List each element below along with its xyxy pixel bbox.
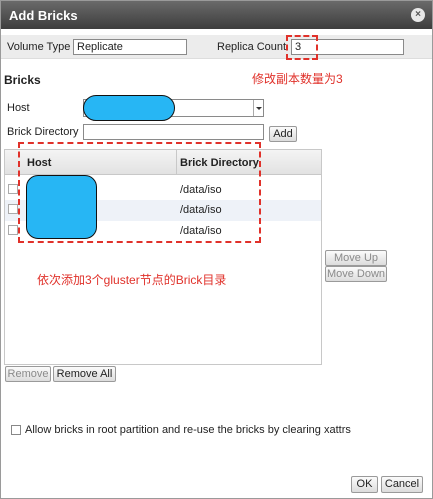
dialog-title-bar: Add Bricks × [1, 1, 432, 29]
move-down-button[interactable]: Move Down [325, 266, 387, 282]
move-up-button[interactable]: Move Up [325, 250, 387, 266]
bricks-highlight-box [18, 142, 261, 243]
replica-count-label: Replica Count [217, 41, 287, 53]
cancel-button[interactable]: Cancel [381, 476, 423, 493]
ok-button[interactable]: OK [351, 476, 378, 493]
volume-settings-row: Volume Type Replicate Replica Count 3 [1, 35, 432, 59]
brick-directory-label: Brick Directory [7, 126, 79, 138]
replica-annotation: 修改副本数量为3 [252, 72, 343, 86]
allow-root-checkbox[interactable] [11, 425, 21, 435]
row-checkbox[interactable] [8, 184, 18, 194]
row-checkbox[interactable] [8, 204, 18, 214]
remove-button[interactable]: Remove [5, 366, 51, 382]
allow-root-label: Allow bricks in root partition and re-us… [25, 424, 351, 436]
volume-type-field[interactable]: Replicate [73, 39, 187, 55]
volume-type-label: Volume Type [7, 41, 71, 53]
dialog-title: Add Bricks [9, 8, 78, 23]
host-label: Host [7, 102, 30, 114]
bricks-section-title: Bricks [4, 73, 41, 87]
host-redaction [83, 95, 175, 121]
add-button[interactable]: Add [269, 126, 297, 142]
row-checkbox[interactable] [8, 225, 18, 235]
remove-all-button[interactable]: Remove All [53, 366, 116, 382]
close-icon[interactable]: × [411, 8, 425, 22]
add-bricks-dialog: Add Bricks × Volume Type Replicate Repli… [0, 0, 433, 499]
chevron-down-icon [253, 100, 263, 116]
brick-directory-input[interactable] [83, 124, 264, 140]
replica-highlight-box [286, 35, 318, 60]
bricks-annotation: 依次添加3个gluster节点的Brick目录 [37, 273, 227, 287]
